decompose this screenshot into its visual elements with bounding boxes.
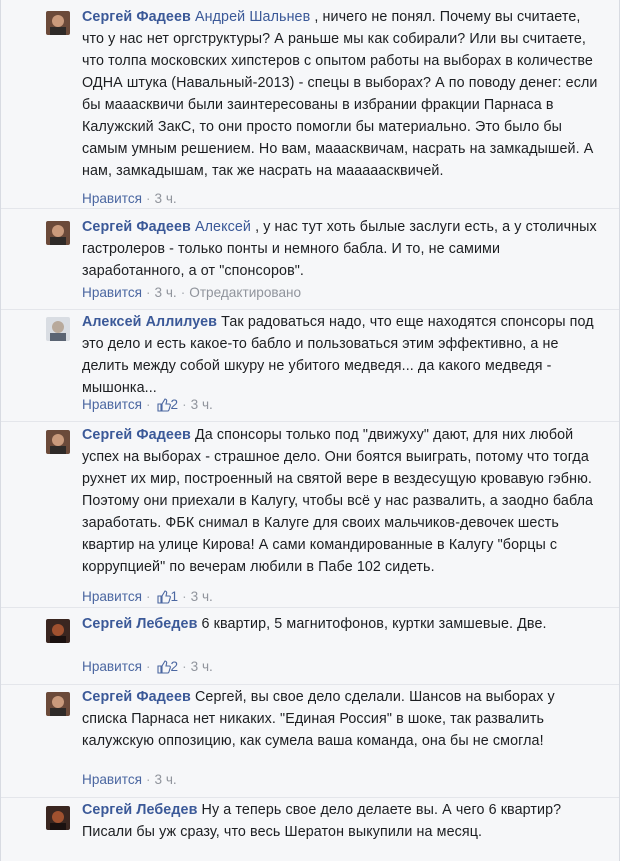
comment-body: Сергей Фадеев Андрей Шальнев , ничего не… bbox=[82, 6, 601, 182]
comment-body: Сергей Лебедев Ну а теперь свое дело дел… bbox=[82, 799, 601, 843]
comment: Сергей Лебедев 6 квартир, 5 магнитофонов… bbox=[1, 607, 619, 685]
comment-time[interactable]: 3 ч. bbox=[155, 772, 177, 787]
user-avatar-icon[interactable] bbox=[46, 430, 70, 454]
like-count[interactable]: 1 bbox=[171, 589, 179, 604]
comment-author[interactable]: Сергей Лебедев bbox=[82, 802, 197, 818]
like-link[interactable]: Нравится bbox=[82, 191, 142, 206]
comment-time[interactable]: 3 ч. bbox=[155, 191, 177, 206]
like-count[interactable]: 2 bbox=[171, 659, 179, 674]
comment-meta: Нравится · 2 · 3 ч. bbox=[82, 396, 213, 417]
like-link[interactable]: Нравится bbox=[82, 285, 142, 300]
like-link[interactable]: Нравится bbox=[82, 659, 142, 674]
comment-time[interactable]: 3 ч. bbox=[191, 397, 213, 412]
edited-label[interactable]: Отредактировано bbox=[189, 285, 301, 300]
comment-author[interactable]: Сергей Фадеев bbox=[82, 219, 191, 235]
comment-body: Сергей Фадеев Алексей , у нас тут хоть б… bbox=[82, 216, 601, 282]
comment-meta: Нравится · 2 · 3 ч. bbox=[82, 658, 213, 679]
user-avatar-icon[interactable] bbox=[46, 806, 70, 830]
comment: Сергей Лебедев Ну а теперь свое дело дел… bbox=[1, 797, 619, 861]
comment-author[interactable]: Сергей Лебедев bbox=[82, 616, 197, 632]
comment: Сергей Фадеев Да спонсоры только под "дв… bbox=[1, 421, 619, 608]
comment-text: , ничего не понял. Почему вы считаете, ч… bbox=[82, 9, 598, 179]
comment-author[interactable]: Сергей Фадеев bbox=[82, 427, 191, 443]
comment-meta: Нравится · 3 ч. bbox=[82, 191, 177, 206]
comment: Алексей Аллилуев Так радоваться надо, чт… bbox=[1, 309, 619, 422]
comment-body: Сергей Фадеев Да спонсоры только под "дв… bbox=[82, 424, 601, 578]
comment-mention[interactable]: Алексей bbox=[195, 219, 251, 235]
comment: Сергей Фадеев Андрей Шальнев , ничего не… bbox=[1, 0, 619, 209]
user-avatar-icon[interactable] bbox=[46, 11, 70, 35]
comment-author[interactable]: Сергей Фадеев bbox=[82, 9, 191, 25]
comment-author[interactable]: Сергей Фадеев bbox=[82, 689, 191, 705]
comment-text: 6 квартир, 5 магнитофонов, куртки замшев… bbox=[201, 616, 547, 632]
comment-body: Алексей Аллилуев Так радоваться надо, чт… bbox=[82, 311, 601, 399]
comment-time[interactable]: 3 ч. bbox=[155, 285, 177, 300]
like-link[interactable]: Нравится bbox=[82, 589, 142, 604]
thumbs-up-icon[interactable] bbox=[156, 660, 171, 679]
comment-meta: Нравится · 3 ч. · Отредактировано bbox=[82, 285, 302, 300]
comment-mention[interactable]: Андрей Шальнев bbox=[195, 9, 310, 25]
user-avatar-icon[interactable] bbox=[46, 692, 70, 716]
comment-text: Да спонсоры только под "движуху" дают, д… bbox=[82, 427, 594, 575]
comment-author[interactable]: Алексей Аллилуев bbox=[82, 314, 217, 330]
user-avatar-icon[interactable] bbox=[46, 317, 70, 341]
like-count[interactable]: 2 bbox=[171, 397, 179, 412]
like-link[interactable]: Нравится bbox=[82, 772, 142, 787]
like-link[interactable]: Нравится bbox=[82, 397, 142, 412]
user-avatar-icon[interactable] bbox=[46, 221, 70, 245]
comment: Сергей Фадеев Алексей , у нас тут хоть б… bbox=[1, 208, 619, 310]
comment-body: Сергей Фадеев Сергей, вы свое дело сдела… bbox=[82, 686, 601, 752]
comment-time[interactable]: 3 ч. bbox=[191, 659, 213, 674]
comment-meta: Нравится · 3 ч. bbox=[82, 772, 177, 787]
user-avatar-icon[interactable] bbox=[46, 619, 70, 643]
comment-thread: Сергей Фадеев Андрей Шальнев , ничего не… bbox=[0, 0, 620, 861]
thumbs-up-icon[interactable] bbox=[156, 398, 171, 417]
comment-body: Сергей Лебедев 6 квартир, 5 магнитофонов… bbox=[82, 613, 601, 635]
comment: Сергей Фадеев Сергей, вы свое дело сдела… bbox=[1, 684, 619, 798]
comment-meta: Нравится · 1 · 3 ч. bbox=[82, 588, 213, 609]
comment-time[interactable]: 3 ч. bbox=[191, 589, 213, 604]
